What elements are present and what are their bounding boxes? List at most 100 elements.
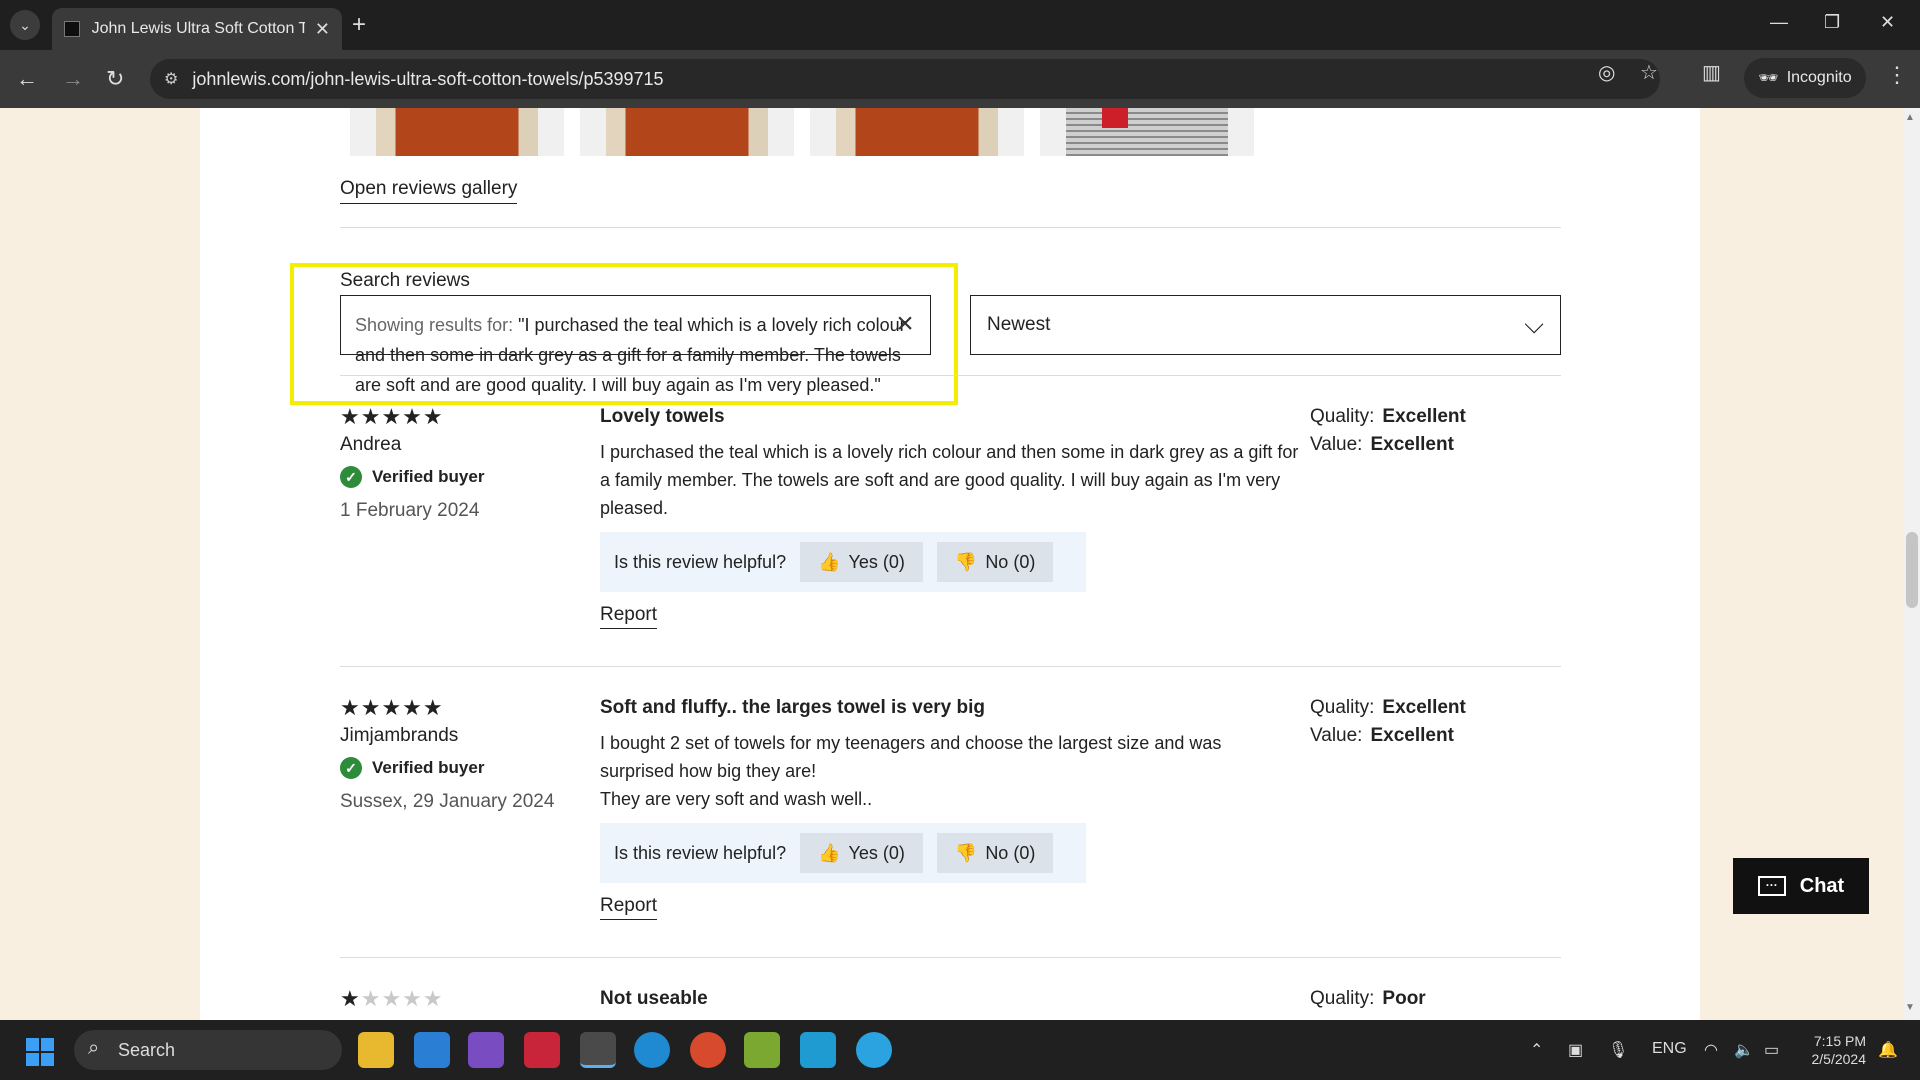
review-date: 1 February 2024 <box>340 500 480 521</box>
star-rating-1: ★★★★★ <box>340 986 444 1011</box>
helpful-bar: Is this review helpful? 👍 Yes (0) 👎 No (0) <box>600 823 1086 883</box>
divider <box>340 375 1561 376</box>
quality-value: Excellent <box>1382 697 1466 718</box>
helpful-yes-label: Yes (0) <box>848 551 905 572</box>
tab-title: John Lewis Ultra Soft Cotton Towels <box>91 20 305 37</box>
helpful-prompt: Is this review helpful? <box>614 842 787 863</box>
tab-favicon-icon <box>64 21 80 37</box>
window-close-icon[interactable]: ✕ <box>1880 12 1895 33</box>
chrome-icon[interactable] <box>580 1032 616 1068</box>
forward-icon[interactable]: → <box>62 66 84 92</box>
review-title: Lovely towels <box>600 406 725 427</box>
value-value: Excellent <box>1370 434 1454 455</box>
taskbar-search-label: Search <box>118 1039 176 1060</box>
minimize-icon[interactable]: — <box>1770 12 1788 33</box>
open-reviews-gallery-link[interactable]: Open reviews gallery <box>340 178 518 204</box>
divider <box>340 666 1561 667</box>
thumbs-down-icon: 👎 <box>954 842 978 863</box>
microphone-icon[interactable]: 🎙 <box>1608 1040 1628 1060</box>
volume-icon[interactable]: 🔈 <box>1734 1040 1754 1060</box>
report-link[interactable]: Report <box>600 604 658 629</box>
product-page: Open reviews gallery Search reviews Show… <box>200 108 1700 1020</box>
telegram-icon[interactable] <box>856 1032 892 1068</box>
helpful-no-button[interactable]: 👎 No (0) <box>936 833 1054 873</box>
check-icon: ✓ <box>340 757 362 779</box>
new-tab-icon[interactable]: + <box>352 10 366 40</box>
review-body: I bought 2 set of towels for my teenager… <box>600 733 1222 809</box>
incognito-icon: 🕶 <box>1758 70 1779 87</box>
helpful-no-label: No (0) <box>985 842 1036 863</box>
windows-start-icon[interactable] <box>26 1038 54 1066</box>
quality-label: Quality: <box>1310 988 1375 1009</box>
chat-bubble-icon: ··· <box>1757 876 1786 896</box>
address-bar[interactable]: ⚙ johnlewis.com/john-lewis-ultra-soft-co… <box>150 59 1660 99</box>
review-gallery-thumb[interactable] <box>350 108 564 156</box>
divider <box>340 957 1561 958</box>
chat-button[interactable]: ··· Chat <box>1733 858 1869 914</box>
thumbs-up-icon: 👍 <box>818 842 841 863</box>
helpful-yes-button[interactable]: 👍 Yes (0) <box>800 833 923 873</box>
back-icon[interactable]: ← <box>16 66 38 92</box>
notepad-icon[interactable] <box>800 1032 836 1068</box>
chat-label: Chat <box>1799 874 1845 897</box>
scroll-up-icon[interactable]: ▲ <box>1905 112 1915 123</box>
browser-tab-active[interactable]: John Lewis Ultra Soft Cotton Towels ✕ <box>52 8 342 50</box>
verified-label: Verified buyer <box>372 758 485 777</box>
quality-rating: Quality: Excellent <box>1310 697 1466 719</box>
tray-app-icon[interactable]: ▣ <box>1568 1040 1583 1060</box>
restore-icon[interactable]: ❐ <box>1824 12 1840 33</box>
sort-reviews-select[interactable]: Newest ⌵ <box>970 295 1561 355</box>
helpful-no-label: No (0) <box>985 551 1036 572</box>
taskbar-search[interactable]: ⌕ Search <box>74 1030 342 1070</box>
language-indicator[interactable]: ENG <box>1652 1040 1687 1058</box>
system-clock[interactable]: 7:15 PM 2/5/2024 <box>1796 1032 1867 1068</box>
review-gallery-thumb[interactable] <box>810 108 1024 156</box>
quality-label: Quality: <box>1310 406 1375 427</box>
browser-tab-strip: ⌄ John Lewis Ultra Soft Cotton Towels ✕ … <box>0 0 1920 50</box>
tracking-protection-icon[interactable]: ◎ <box>1598 60 1615 85</box>
url-text[interactable]: johnlewis.com/john-lewis-ultra-soft-cott… <box>192 69 663 90</box>
screen-recorder-icon[interactable] <box>524 1032 560 1068</box>
chrome-alt-icon[interactable] <box>690 1032 726 1068</box>
notification-bell-icon[interactable]: 🔔 <box>1878 1040 1898 1060</box>
tab-close-icon[interactable]: ✕ <box>315 19 330 40</box>
chevron-down-icon: ⌵ <box>1524 309 1544 339</box>
search-icon: ⌕ <box>88 1037 100 1059</box>
incognito-label: Incognito <box>1786 69 1852 86</box>
review-gallery-thumb[interactable] <box>1040 108 1254 156</box>
value-label: Value: <box>1310 725 1363 746</box>
star-rating-5: ★★★★★ <box>340 695 444 720</box>
wifi-icon[interactable]: ◠ <box>1704 1040 1718 1060</box>
visual-studio-icon[interactable] <box>468 1032 504 1068</box>
clock-time: 7:15 PM <box>1813 1033 1866 1049</box>
review-date: Sussex, 29 January 2024 <box>340 791 555 812</box>
vscode-icon[interactable] <box>414 1032 450 1068</box>
scrollbar-thumb[interactable] <box>1906 532 1918 608</box>
report-link[interactable]: Report <box>600 895 658 920</box>
helpful-yes-button[interactable]: 👍 Yes (0) <box>800 542 923 582</box>
towel-photo <box>836 108 998 156</box>
scroll-down-icon[interactable]: ▼ <box>1905 1002 1915 1013</box>
review-title: Soft and fluffy.. the larges towel is ve… <box>600 697 985 718</box>
battery-icon[interactable]: ▭ <box>1764 1040 1779 1060</box>
value-label: Value: <box>1310 434 1363 455</box>
helpful-no-button[interactable]: 👎 No (0) <box>936 542 1054 582</box>
image-tool-icon[interactable] <box>744 1032 780 1068</box>
edge-icon[interactable] <box>634 1032 670 1068</box>
verified-buyer-badge: ✓ Verified buyer <box>340 466 484 488</box>
file-explorer-icon[interactable] <box>358 1032 394 1068</box>
browser-menu-icon[interactable]: ⋮ <box>1886 62 1908 88</box>
site-info-icon[interactable]: ⚙ <box>164 69 178 89</box>
reload-icon[interactable]: ↻ <box>106 66 124 92</box>
review-gallery-thumb[interactable] <box>580 108 794 156</box>
value-value: Excellent <box>1370 725 1454 746</box>
star-rating-5: ★★★★★ <box>340 404 444 429</box>
side-panel-icon[interactable]: ▥ <box>1702 60 1721 85</box>
sort-selected-value: Newest <box>987 314 1051 335</box>
annotation-highlight-box <box>290 263 958 405</box>
tab-search-dropdown-icon[interactable]: ⌄ <box>10 10 40 40</box>
tray-chevron-up-icon[interactable]: ⌃ <box>1530 1040 1543 1060</box>
bookmark-star-icon[interactable]: ☆ <box>1640 60 1658 85</box>
incognito-badge[interactable]: 🕶 Incognito <box>1744 58 1866 98</box>
quality-rating: Quality: Excellent <box>1310 406 1466 428</box>
